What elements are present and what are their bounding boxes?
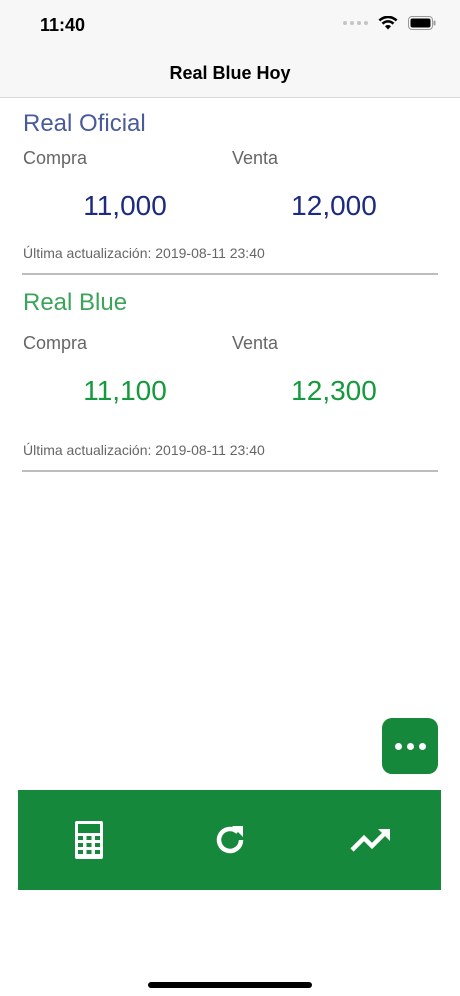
page-title: Real Blue Hoy — [169, 63, 291, 83]
oficial-buy-value: 11,000 — [83, 190, 167, 221]
oficial-sell-value: 12,000 — [291, 190, 377, 221]
refresh-button[interactable] — [200, 810, 260, 870]
status-icons — [343, 16, 436, 30]
section-divider — [22, 470, 438, 472]
blue-buy-value: 11,100 — [83, 375, 167, 406]
blue-sell-label: Venta — [232, 333, 279, 353]
trending-up-icon — [349, 829, 390, 852]
status-time: 11:40 — [40, 15, 86, 35]
navigation-bar: Real Blue Hoy — [0, 50, 460, 98]
cellular-signal-icon — [343, 21, 368, 25]
section-divider — [22, 273, 438, 275]
oficial-sell-label: Venta — [232, 148, 279, 168]
calculator-button[interactable] — [59, 810, 119, 870]
oficial-buy-label: Compra — [23, 148, 88, 168]
blue-sell-value: 12,300 — [291, 375, 377, 406]
calculator-icon — [74, 821, 103, 859]
blue-section: Real Blue Compra Venta 11,100 12,300 Últ… — [0, 285, 460, 475]
refresh-icon — [216, 826, 243, 854]
battery-icon — [408, 16, 436, 30]
oficial-section: Real Oficial Compra Venta 11,000 12,000 … — [0, 100, 460, 278]
trends-button[interactable] — [341, 810, 401, 870]
wifi-icon — [378, 16, 398, 30]
more-dots-icon — [394, 742, 402, 750]
oficial-updated-timestamp: Última actualización: 2019-08-11 23:40 — [23, 245, 265, 261]
bottom-toolbar — [18, 790, 441, 890]
section-title-blue: Real Blue — [23, 289, 128, 316]
blue-buy-label: Compra — [23, 333, 88, 353]
status-bar: 11:40 — [0, 0, 460, 50]
section-title-oficial: Real Oficial — [23, 110, 146, 137]
blue-updated-timestamp: Última actualización: 2019-08-11 23:40 — [23, 442, 265, 458]
more-options-button[interactable] — [382, 718, 438, 774]
home-indicator — [148, 982, 312, 988]
